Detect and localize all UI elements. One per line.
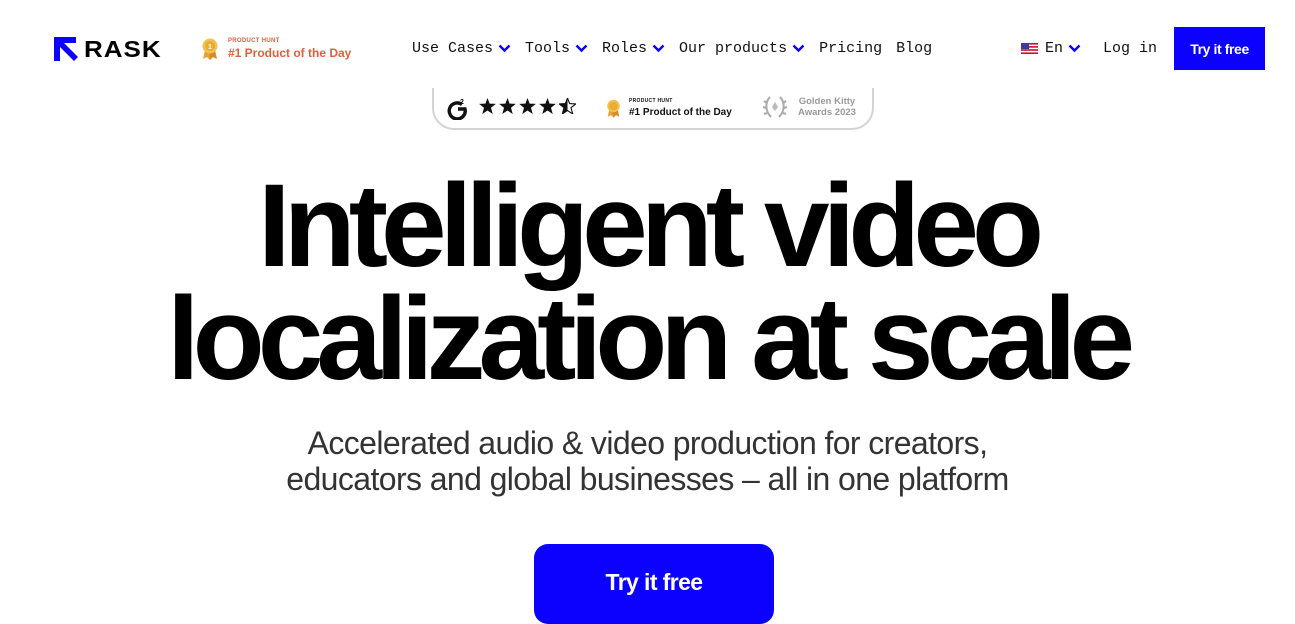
menu-item-roles[interactable]: Roles [602, 40, 665, 57]
chevron-down-icon [792, 44, 805, 53]
chevron-down-icon [652, 44, 665, 53]
top-navbar: RASK 1 PRODUCT HUNT #1 Product of the Da… [0, 0, 1295, 96]
hero-headline-line2: localization at scale [166, 273, 1135, 405]
menu-item-tools[interactable]: Tools [525, 40, 588, 57]
menu-item-our-products[interactable]: Our products [679, 40, 805, 57]
golden-kitty-line1: Golden Kitty [798, 96, 856, 107]
language-label: En [1045, 40, 1064, 57]
star-icon [499, 98, 516, 114]
menu-item-blog[interactable]: Blog [896, 40, 932, 57]
chevron-down-icon [575, 44, 588, 53]
logo-wordmark: RASK [84, 35, 162, 63]
menu-item-use-cases[interactable]: Use Cases [412, 40, 511, 57]
star-rating [479, 98, 579, 114]
hero-headline-line1: Intelligent video [257, 160, 1044, 292]
star-icon [519, 98, 536, 114]
golden-kitty-line2: Awards 2023 [798, 107, 856, 118]
product-of-the-day-label: #1 Product of the Day [629, 107, 732, 118]
us-flag-icon [1021, 43, 1038, 54]
svg-text:2: 2 [460, 99, 464, 106]
chevron-down-icon [498, 44, 511, 53]
product-hunt-award: PRODUCT HUNT #1 Product of the Day [606, 97, 732, 120]
golden-kitty-award: Golden Kitty Awards 2023 [762, 94, 856, 120]
star-icon [479, 98, 496, 114]
try-it-free-nav-button[interactable]: Try it free [1174, 27, 1266, 70]
medal-icon: 1 [202, 38, 218, 60]
hero-subtitle-line2: educators and global businesses – all in… [286, 461, 1009, 497]
hero-headline: Intelligent video localization at scale [0, 160, 1295, 405]
star-icon [539, 98, 556, 114]
half-star-icon [559, 98, 576, 114]
arrow-logo-icon [54, 37, 78, 61]
medal-icon [607, 99, 620, 118]
hero-subtitle: Accelerated audio & video production for… [0, 425, 1295, 497]
language-selector[interactable]: En [1016, 40, 1081, 57]
login-link[interactable]: Log in [1103, 40, 1157, 57]
try-it-free-hero-button[interactable]: Try it free [534, 544, 774, 624]
product-hunt-label: PRODUCT HUNT [228, 38, 280, 44]
main-menu: Use Cases Tools Roles Our products Prici… [412, 40, 946, 57]
menu-item-pricing[interactable]: Pricing [819, 40, 882, 57]
chevron-down-icon [1068, 44, 1081, 53]
nav-right-group: En Log in Try it free [1016, 27, 1266, 70]
svg-text:1: 1 [208, 44, 212, 51]
hero-subtitle-line1: Accelerated audio & video production for… [307, 425, 988, 461]
g2-logo-icon: 2 [447, 99, 467, 120]
ratings-bar: 2 PRODUCT HUNT #1 Product of the Day Gol… [432, 88, 874, 130]
product-hunt-label: PRODUCT HUNT [629, 98, 673, 104]
laurel-wreath-icon [762, 96, 788, 118]
product-hunt-badge[interactable]: 1 PRODUCT HUNT #1 Product of the Day [201, 37, 351, 60]
rask-logo[interactable]: RASK [54, 37, 162, 61]
product-of-the-day-label: #1 Product of the Day [228, 46, 352, 60]
